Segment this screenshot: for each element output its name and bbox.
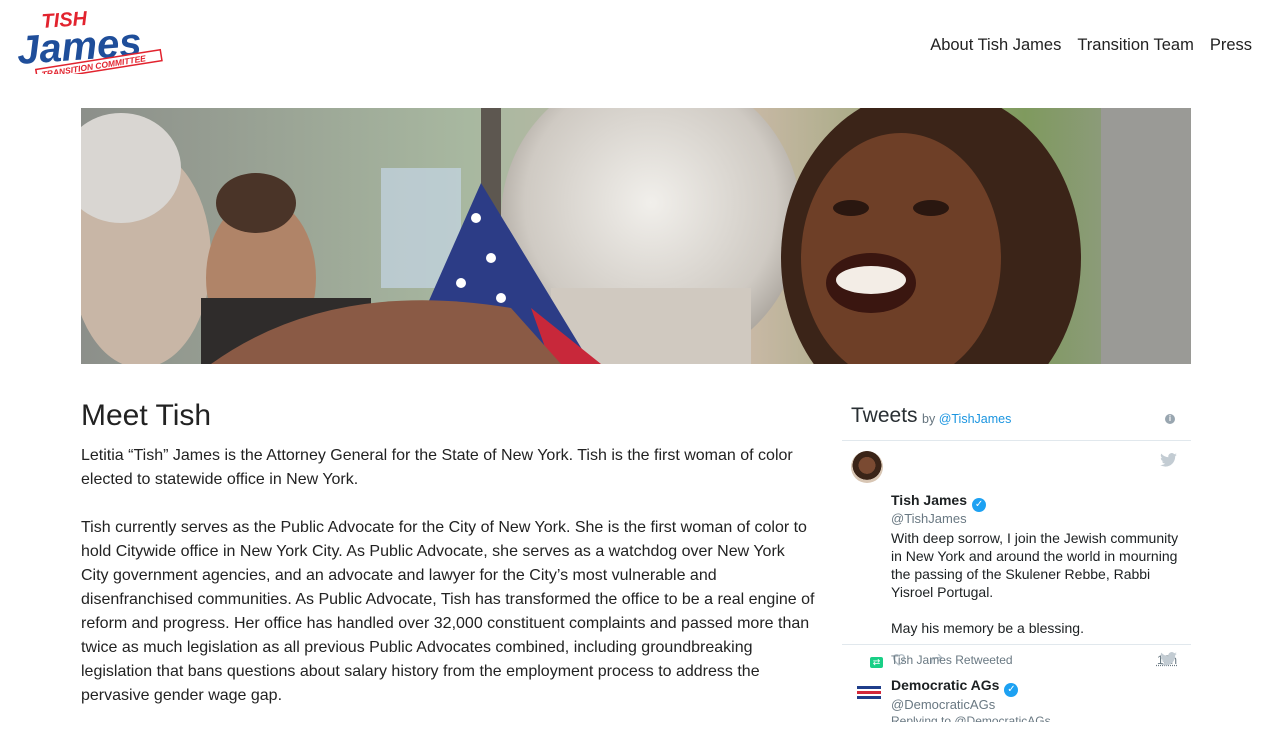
- tweet-author-handle[interactable]: @TishJames: [891, 511, 967, 526]
- tweet-line: With deep sorrow, I join the Jewish comm…: [891, 530, 1179, 546]
- twitter-by: by @TishJames: [922, 412, 1011, 426]
- intro-paragraph: Letitia “Tish” James is the Attorney Gen…: [81, 447, 793, 488]
- tweet[interactable]: Tish James ✓ @TishJames With deep sorrow,…: [842, 441, 1191, 667]
- twitter-handle-link[interactable]: @TishJames: [939, 412, 1012, 426]
- twitter-by-label: by: [922, 412, 936, 426]
- nav-transition-team[interactable]: Transition Team: [1077, 36, 1193, 55]
- retweeted-by-label: Tish James Retweeted: [891, 653, 1013, 667]
- tweet-author-handle[interactable]: @DemocraticAGs: [891, 697, 995, 712]
- tweet-line: the passing of the Skulener Rebbe, Rabbi: [891, 566, 1151, 582]
- democratic-ags-avatar[interactable]: [857, 684, 881, 702]
- twitter-title: Tweets: [851, 404, 918, 427]
- retweet-context: ⇄ Tish James Retweeted: [870, 653, 1013, 668]
- nav-press[interactable]: Press: [1210, 36, 1252, 55]
- twitter-bird-icon[interactable]: [1160, 652, 1177, 666]
- tweet-text: With deep sorrow, I join the Jewish comm…: [891, 529, 1183, 637]
- tweet-closing: May his memory be a blessing.: [891, 620, 1084, 636]
- verified-badge-icon: ✓: [972, 498, 987, 512]
- site-logo[interactable]: TISH James TRANSITION COMMITTEE: [16, 8, 166, 74]
- tweet-author-name[interactable]: Tish James ✓: [891, 492, 987, 512]
- tweet-line: Yisroel Portugal.: [891, 584, 994, 600]
- tweet-spacer: [891, 601, 1183, 619]
- info-icon[interactable]: i: [1165, 414, 1175, 424]
- tweet-line: in New York and around the world in mour…: [891, 548, 1178, 564]
- hero-image: [81, 108, 1191, 364]
- twitter-header: Tweets by @TishJames i: [842, 400, 1191, 441]
- bio-paragraph: Tish currently serves as the Public Advo…: [81, 519, 815, 704]
- avatar[interactable]: [851, 451, 883, 483]
- tweet-author-name[interactable]: Democratic AGs ✓: [891, 677, 1019, 697]
- tweet-author-label: Democratic AGs: [891, 677, 1000, 693]
- twitter-bird-icon[interactable]: [1160, 453, 1177, 467]
- verified-badge-icon: ✓: [1004, 683, 1019, 697]
- main-nav: About Tish James Transition Team Press: [914, 36, 1252, 55]
- twitter-timeline: Tweets by @TishJames i Tish James ✓ @Tish…: [842, 400, 1191, 722]
- page-title: Meet Tish: [81, 399, 212, 432]
- tweet-author-label: Tish James: [891, 492, 968, 508]
- reply-context: Replying to @DemocraticAGs: [891, 714, 1051, 722]
- meet-tish-section: Meet Tish Letitia “Tish” James is the At…: [81, 396, 816, 732]
- retweet-icon: ⇄: [870, 657, 883, 668]
- nav-about[interactable]: About Tish James: [930, 36, 1061, 55]
